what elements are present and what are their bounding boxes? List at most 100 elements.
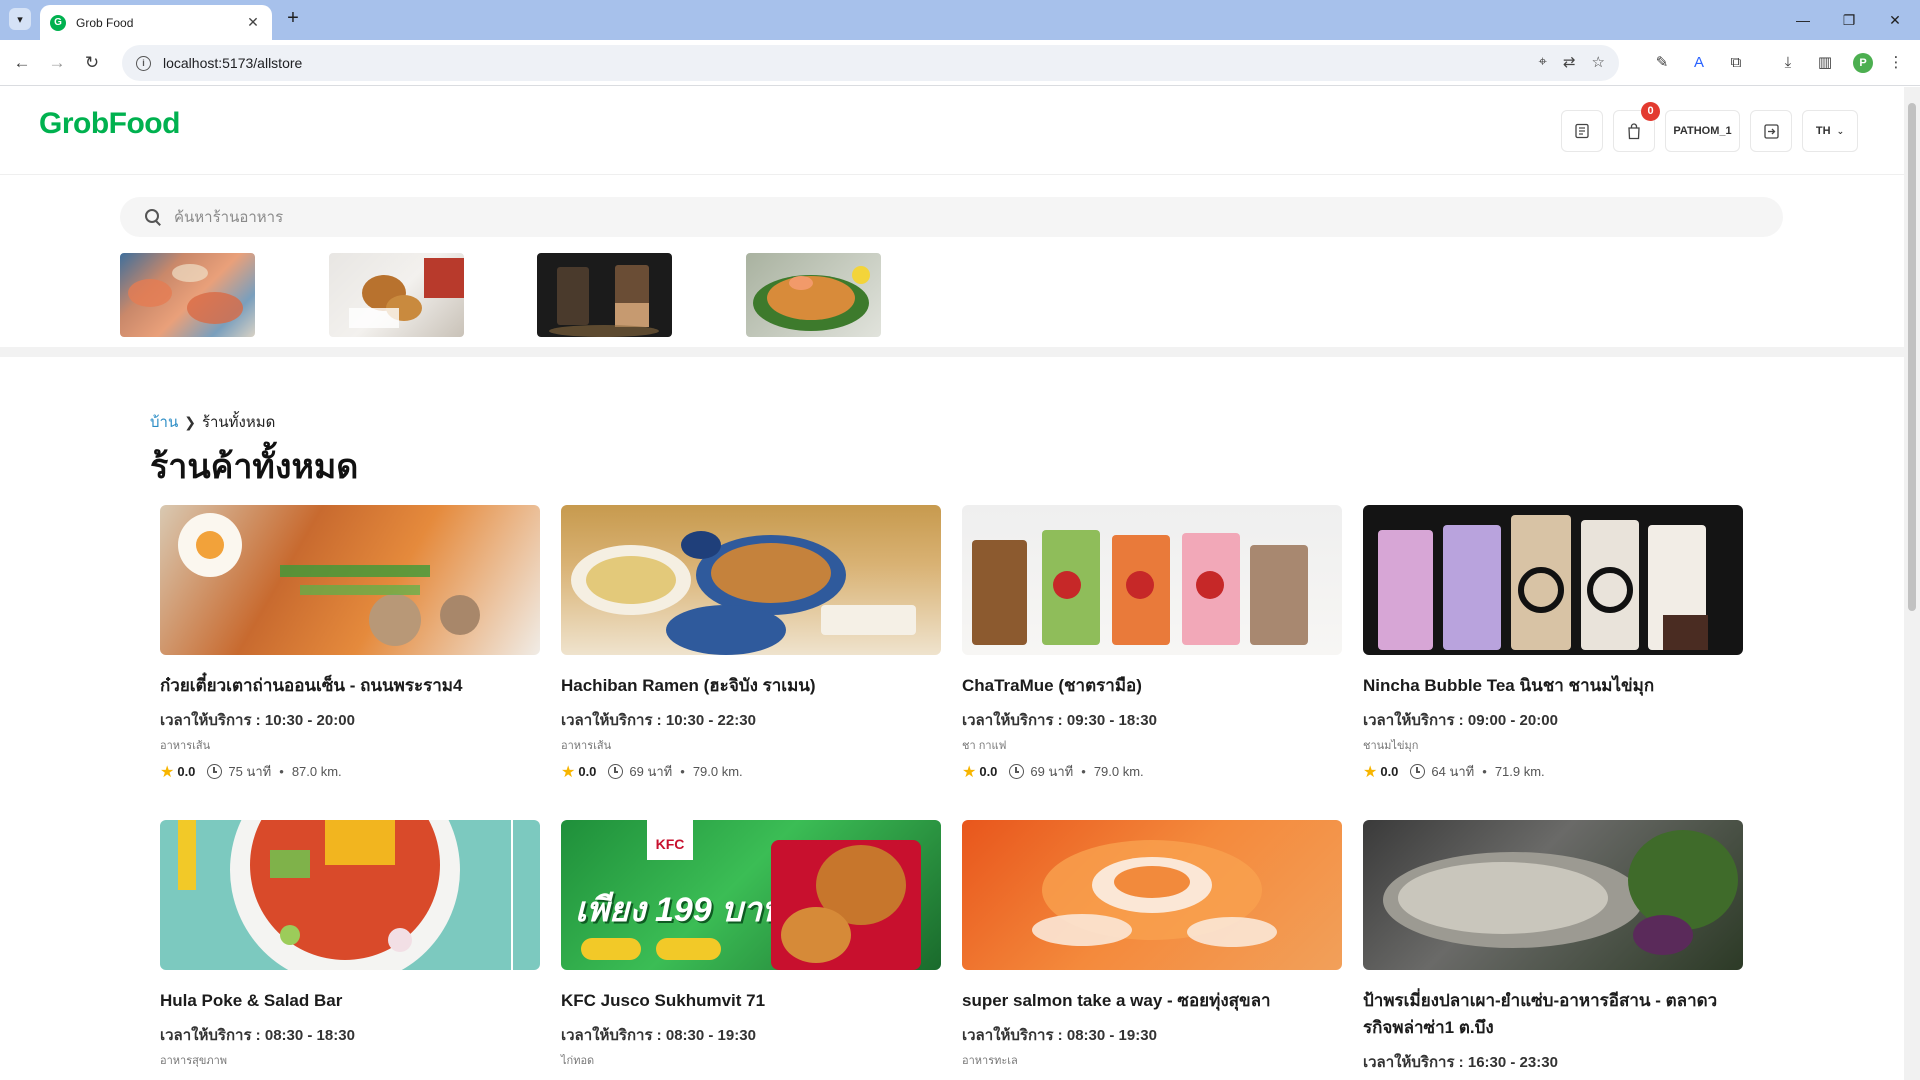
bubble-tea-image — [549, 265, 659, 337]
page: GrobFood 0 PATHOM_1 TH ⌄ ค้นหาร้านอาหาร … — [0, 87, 1904, 1080]
logout-button[interactable] — [1750, 110, 1792, 152]
pen-icon[interactable]: ✎ — [1652, 53, 1672, 73]
store-distance: 87.0 km. — [291, 764, 342, 779]
store-name: KFC Jusco Sukhumvit 71 — [561, 991, 766, 1010]
scrollbar-thumb[interactable] — [1908, 103, 1916, 611]
breadcrumb: บ้าน ❯ ร้านทั้งหมด — [150, 410, 275, 434]
download-icon[interactable]: ⤓ — [1778, 53, 1798, 73]
store-image: KFC เพียง 199 บาท — [561, 820, 941, 970]
store-category: ชา กาแฟ — [962, 740, 1007, 752]
language-label: TH — [1815, 125, 1831, 137]
store-image — [561, 505, 941, 655]
back-icon[interactable]: ← — [10, 51, 34, 75]
category-fried-chicken[interactable] — [329, 253, 464, 337]
star-icon: ★ — [1363, 763, 1378, 781]
store-name: ChaTraMue (ชาตรามือ) — [962, 676, 1142, 695]
section-divider — [0, 347, 1904, 357]
menu-icon[interactable]: ⋮ — [1886, 53, 1906, 73]
breadcrumb-home[interactable]: บ้าน — [150, 410, 178, 434]
profile-avatar[interactable]: P — [1853, 53, 1873, 73]
side-panel-icon[interactable]: ▥ — [1815, 53, 1835, 73]
store-card[interactable]: Nincha Bubble Tea นินชา ชานมไข่มุก เวลาใ… — [1363, 505, 1743, 782]
clock-icon — [1410, 764, 1426, 779]
store-category: ชานมไข่มุก — [1363, 740, 1419, 752]
logo[interactable]: GrobFood — [39, 107, 180, 141]
store-distance: 71.9 km. — [1494, 764, 1545, 779]
seafood-image — [128, 264, 243, 324]
store-duration: 69 นาที — [629, 764, 673, 779]
category-seafood[interactable] — [120, 253, 255, 337]
receipt-icon — [1575, 123, 1589, 139]
restore-icon[interactable]: ❐ — [1826, 0, 1872, 40]
store-card[interactable]: ChaTraMue (ชาตรามือ) เวลาให้บริการ : 09:… — [962, 505, 1342, 782]
store-distance: 79.0 km. — [692, 764, 743, 779]
store-rating: 0.0 — [578, 764, 597, 779]
translate-icon[interactable]: ⇄ — [1563, 53, 1576, 71]
window-close-icon[interactable]: ✕ — [1872, 0, 1918, 40]
category-bubble-tea[interactable] — [537, 253, 672, 337]
store-name: Hula Poke & Salad Bar — [160, 991, 343, 1010]
cart-button[interactable]: 0 — [1613, 102, 1660, 152]
forward-icon[interactable]: → — [45, 51, 69, 75]
store-image — [160, 820, 540, 970]
address-bar[interactable]: i localhost:5173/allstore ⌖ ⇄ ☆ — [122, 45, 1619, 81]
chevron-down-icon: ⌄ — [1836, 125, 1845, 136]
browser-tab[interactable]: G Grob Food ✕ — [40, 5, 272, 40]
store-hours: เวลาให้บริการ : 08:30 - 18:30 — [160, 1027, 355, 1044]
store-name: Hachiban Ramen (ฮะจิบัง ราเมน) — [561, 676, 816, 695]
location-icon[interactable]: ⌖ — [1539, 53, 1547, 71]
shopping-bag-icon — [1628, 122, 1640, 139]
extensions-icon[interactable]: ⧉ — [1726, 53, 1746, 73]
star-icon: ★ — [160, 763, 175, 781]
language-select[interactable]: TH ⌄ — [1802, 110, 1858, 152]
star-icon: ★ — [561, 763, 576, 781]
store-hours: เวลาให้บริการ : 08:30 - 19:30 — [561, 1027, 756, 1044]
store-duration: 69 นาที — [1030, 764, 1074, 779]
store-meta: ★ 0.0 75 นาที • 87.0 km. — [160, 761, 540, 782]
close-icon[interactable]: ✕ — [244, 14, 262, 31]
logout-icon — [1763, 123, 1779, 139]
bookmark-star-icon[interactable]: ☆ — [1592, 53, 1605, 71]
browser-tabbar: ▾ G Grob Food ✕ + — ❐ ✕ — [0, 0, 1920, 40]
fried-chicken-image — [349, 258, 464, 328]
store-hours: เวลาให้บริการ : 10:30 - 20:00 — [160, 712, 355, 729]
category-pad-thai[interactable] — [746, 253, 881, 337]
store-card[interactable]: KFC เพียง 199 บาท KFC Jusco Sukhumvit 71… — [561, 820, 941, 1069]
store-name: ป้าพรเมี่ยงปลาเผา-ยำแซ่บ-อาหารอีสาน - ตล… — [1363, 991, 1718, 1037]
favicon-icon: G — [50, 14, 66, 31]
pad-thai-image — [753, 266, 870, 331]
scrollbar[interactable] — [1904, 87, 1920, 1080]
page-title: ร้านค้าทั้งหมด — [150, 448, 359, 486]
separator-dot: • — [1482, 764, 1487, 779]
new-tab-icon[interactable]: + — [282, 8, 304, 30]
search-input[interactable] — [174, 208, 1674, 226]
reload-icon[interactable]: ↻ — [80, 51, 104, 75]
clock-icon — [608, 764, 624, 779]
minimize-icon[interactable]: — — [1780, 0, 1826, 40]
store-rating: 0.0 — [979, 764, 998, 779]
store-name: ก๋วยเตี๋ยวเตาถ่านออนเซ็น - ถนนพระราม4 — [160, 676, 463, 695]
search-icon — [144, 208, 162, 226]
username: PATHOM_1 — [1673, 125, 1732, 137]
chevron-right-icon: ❯ — [184, 413, 196, 430]
search-bar[interactable] — [120, 197, 1783, 237]
clock-icon — [207, 764, 223, 779]
store-category: อาหารสุขภาพ — [160, 1055, 228, 1067]
store-card[interactable]: ก๋วยเตี๋ยวเตาถ่านออนเซ็น - ถนนพระราม4 เว… — [160, 505, 540, 782]
store-card[interactable]: Hula Poke & Salad Bar เวลาให้บริการ : 08… — [160, 820, 540, 1069]
store-card[interactable]: Hachiban Ramen (ฮะจิบัง ราเมน) เวลาให้บร… — [561, 505, 941, 782]
browser-toolbar: ← → ↻ i localhost:5173/allstore ⌖ ⇄ ☆ ✎ … — [0, 40, 1920, 86]
translator-extension-icon[interactable]: A — [1689, 53, 1709, 73]
site-info-icon[interactable]: i — [136, 55, 151, 71]
store-card[interactable]: ป้าพรเมี่ยงปลาเผา-ยำแซ่บ-อาหารอีสาน - ตล… — [1363, 820, 1743, 1074]
store-rating: 0.0 — [1380, 764, 1399, 779]
separator-dot: • — [680, 764, 685, 779]
store-hours: เวลาให้บริการ : 10:30 - 22:30 — [561, 712, 756, 729]
store-duration: 75 นาที — [228, 764, 272, 779]
store-card[interactable]: super salmon take a way - ซอยทุ่งสุขลา เ… — [962, 820, 1342, 1069]
orders-button[interactable] — [1561, 110, 1603, 152]
tab-search-icon[interactable]: ▾ — [9, 8, 31, 30]
star-icon: ★ — [962, 763, 977, 781]
user-button[interactable]: PATHOM_1 — [1665, 110, 1740, 152]
cart-count-badge: 0 — [1641, 102, 1660, 121]
